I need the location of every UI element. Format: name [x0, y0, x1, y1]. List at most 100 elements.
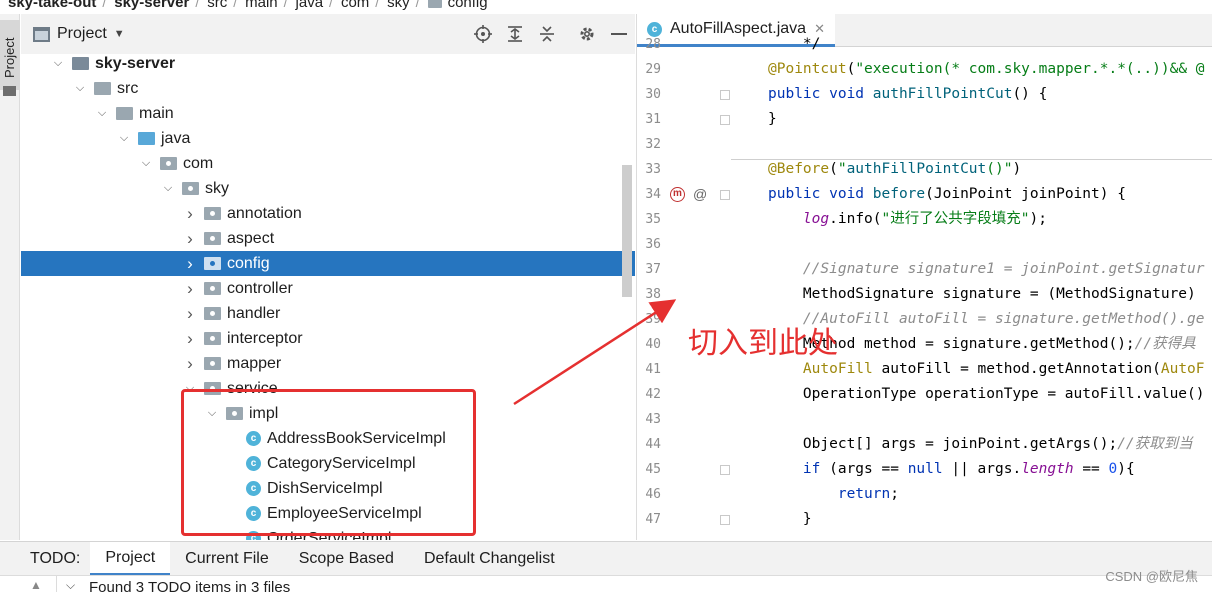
tree-node-label: com [183, 154, 214, 172]
tree-node-controller[interactable]: › controller [21, 276, 635, 301]
line-number: 37 [645, 262, 661, 277]
todo-toolbar: TODO: Project Current File Scope Based Defa… [0, 541, 1212, 576]
todo-label: TODO: [30, 549, 81, 567]
tree-node-label: handler [227, 304, 281, 322]
collapse-all-icon[interactable] [531, 18, 563, 50]
tree-node-config[interactable]: › config [21, 251, 635, 276]
fold-icon[interactable] [720, 90, 730, 100]
tool-window-strip: Project [0, 14, 20, 540]
folder-icon [427, 0, 442, 8]
todo-tab-scope-based[interactable]: Scope Based [284, 542, 409, 576]
line-number: 36 [645, 237, 661, 252]
line-number: 34 [645, 187, 661, 202]
breadcrumb-item[interactable]: main [237, 0, 284, 11]
chevron-down-icon[interactable]: ⌵ [72, 82, 88, 95]
chevron-right-icon[interactable]: › [182, 354, 198, 374]
line-number: 47 [645, 512, 661, 527]
watermark: CSDN @欧尼焦 [1105, 569, 1198, 584]
todo-tab-current-file[interactable]: Current File [170, 542, 284, 576]
code-line[interactable]: public void before(JoinPoint joinPoint) … [768, 182, 1126, 207]
folder-icon [94, 82, 111, 95]
locate-icon[interactable] [467, 18, 499, 50]
tree-node-aspect[interactable]: › aspect [21, 226, 635, 251]
tree-node-sky[interactable]: ⌵ sky [21, 176, 635, 201]
chevron-right-icon[interactable]: › [182, 329, 198, 349]
tree-node-main[interactable]: ⌵ main [21, 101, 635, 126]
code-line[interactable]: OperationType operationType = autoFill.v… [768, 382, 1205, 407]
code-area[interactable]: */@Pointcut("execution(* com.sky.mapper.… [731, 36, 1212, 540]
code-line[interactable]: } [768, 507, 812, 532]
breadcrumb-item[interactable]: src [199, 0, 233, 11]
chevron-right-icon[interactable]: › [182, 204, 198, 224]
breadcrumb-item[interactable]: com [333, 0, 375, 11]
code-line[interactable]: MethodSignature signature = (MethodSigna… [768, 282, 1196, 307]
tree-node-label: java [161, 129, 191, 147]
fold-icon[interactable] [720, 465, 730, 475]
breadcrumb: sky-take-out / sky-server / src / main / java / co… [0, 0, 1212, 11]
project-tool-tab[interactable]: Project [0, 20, 20, 96]
chevron-right-icon[interactable]: › [182, 254, 198, 274]
editor-tabbar: c AutoFillAspect.java ✕ [637, 14, 1212, 47]
fold-icon[interactable] [720, 190, 730, 200]
code-line[interactable]: @Pointcut("execution(* com.sky.mapper.*.… [768, 57, 1205, 82]
chevron-down-icon[interactable]: ⌵ [66, 578, 75, 592]
breadcrumb-item[interactable]: sky-take-out [0, 0, 102, 11]
tree-node-handler[interactable]: › handler [21, 301, 635, 326]
breadcrumb-item[interactable]: config [420, 0, 494, 11]
tree-scrollbar[interactable] [622, 165, 632, 297]
code-line[interactable]: */ [768, 32, 820, 57]
chevron-down-icon[interactable]: ⌵ [160, 182, 176, 195]
expand-all-icon[interactable] [499, 18, 531, 50]
tree-node-com[interactable]: ⌵ com [21, 151, 635, 176]
chevron-down-icon[interactable]: ⌵ [116, 132, 132, 145]
package-icon [204, 332, 221, 345]
fold-icon[interactable] [720, 515, 730, 525]
highlight-box [181, 389, 476, 536]
line-number: 44 [645, 437, 661, 452]
code-line[interactable]: } [768, 107, 777, 132]
code-line[interactable]: //Signature signature1 = joinPoint.getSi… [768, 257, 1205, 282]
project-panel-header: Project ▼ [21, 14, 635, 54]
annotation-marker-icon[interactable]: @ [693, 182, 707, 207]
gear-icon[interactable] [571, 18, 603, 50]
package-icon [160, 157, 177, 170]
tree-node-annotation[interactable]: › annotation [21, 201, 635, 226]
breadcrumb-item[interactable]: sky [379, 0, 416, 11]
chevron-right-icon[interactable]: › [182, 279, 198, 299]
tree-node-interceptor[interactable]: › interceptor [21, 326, 635, 351]
code-line[interactable]: if (args == null || args.length == 0){ [768, 457, 1135, 482]
code-line[interactable]: return; [768, 482, 899, 507]
line-number: 35 [645, 212, 661, 227]
arrow-up-icon[interactable]: ▲ [30, 578, 42, 592]
line-number: 38 [645, 287, 661, 302]
annotation-callout: 切入到此处 [688, 326, 838, 361]
package-icon [204, 257, 221, 270]
code-line[interactable]: public void authFillPointCut() { [768, 82, 1047, 107]
code-line[interactable]: Object[] args = joinPoint.getArgs();//获取… [768, 432, 1193, 457]
package-icon [204, 232, 221, 245]
code-line[interactable]: @Before("authFillPointCut()") [768, 157, 1021, 182]
tree-node-sky-server[interactable]: ⌵ sky-server [21, 51, 635, 76]
fold-icon[interactable] [720, 115, 730, 125]
tree-node-mapper[interactable]: › mapper [21, 351, 635, 376]
tree-node-java[interactable]: ⌵ java [21, 126, 635, 151]
chevron-down-icon[interactable]: ⌵ [50, 57, 66, 70]
todo-tab-project[interactable]: Project [90, 541, 171, 576]
hide-panel-icon[interactable] [603, 18, 635, 50]
line-number: 39 [645, 312, 661, 327]
todo-results: ▲ ⌵ Found 3 TODO items in 3 files [0, 575, 1212, 592]
chevron-down-icon[interactable]: ⌵ [94, 107, 110, 120]
breadcrumb-item[interactable]: java [288, 0, 330, 11]
method-marker-icon[interactable]: m [670, 187, 685, 202]
breadcrumb-item[interactable]: sky-server [106, 0, 195, 11]
chevron-right-icon[interactable]: › [182, 229, 198, 249]
module-icon [72, 57, 89, 70]
chevron-down-icon[interactable]: ⌵ [138, 157, 154, 170]
chevron-right-icon[interactable]: › [182, 304, 198, 324]
line-number: 28 [645, 37, 661, 52]
chevron-down-icon[interactable]: ▼ [114, 28, 125, 40]
project-panel-title[interactable]: Project [57, 25, 107, 43]
todo-tab-default-changelist[interactable]: Default Changelist [409, 542, 570, 576]
tree-node-src[interactable]: ⌵ src [21, 76, 635, 101]
code-line[interactable]: log.info("进行了公共字段填充"); [768, 207, 1047, 232]
